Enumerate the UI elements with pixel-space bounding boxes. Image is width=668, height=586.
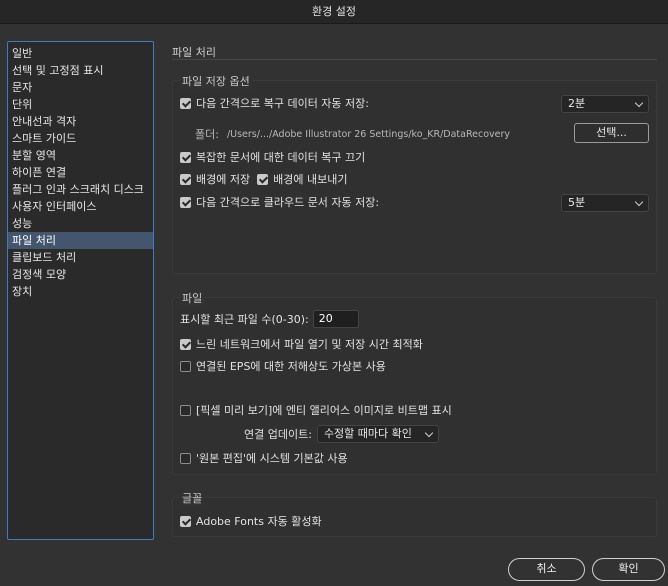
disable-complex-row: 복잡한 문서에 대한 데이터 복구 끄기 bbox=[180, 149, 365, 165]
recent-files-label: 표시할 최근 파일 수(0-30): bbox=[180, 313, 309, 326]
folder-label: 폴더: bbox=[195, 128, 219, 141]
sidebar-item-selection-anchor[interactable]: 선택 및 고정점 표시 bbox=[8, 62, 153, 79]
adobe-fonts-row: Adobe Fonts 자동 활성화 bbox=[180, 513, 322, 529]
update-links-label: 연결 업데이트: bbox=[244, 428, 312, 441]
window-title: 환경 설정 bbox=[0, 0, 668, 24]
adobe-fonts-label: Adobe Fonts 자동 활성화 bbox=[196, 515, 322, 528]
sidebar-item-units[interactable]: 단위 bbox=[8, 96, 153, 113]
optimize-network-label: 느린 네트워크에서 파일 열기 및 저장 시간 최적화 bbox=[196, 338, 423, 351]
sidebar-item-devices[interactable]: 장치 bbox=[8, 283, 153, 300]
sidebar-item-smart-guides[interactable]: 스마트 가이드 bbox=[8, 130, 153, 147]
update-links-value: 수정할 때마다 확인 bbox=[323, 427, 412, 440]
export-background-label: 배경에 내보내기 bbox=[273, 173, 348, 186]
sidebar-item-hyphenation[interactable]: 하이픈 연결 bbox=[8, 164, 153, 181]
system-defaults-label: '원본 편집'에 시스템 기본값 사용 bbox=[196, 452, 348, 465]
pixel-preview-row: [픽셀 미리 보기]에 엔티 앨리어스 이미지로 비트맵 표시 bbox=[180, 402, 452, 418]
folder-row: 폴더: /Users/.../Adobe Illustrator 26 Sett… bbox=[195, 126, 510, 142]
pixel-preview-checkbox[interactable] bbox=[180, 404, 191, 416]
title-divider bbox=[172, 59, 657, 60]
sidebar-item-black-appearance[interactable]: 검정색 모양 bbox=[8, 266, 153, 283]
system-defaults-row: '원본 편집'에 시스템 기본값 사용 bbox=[180, 450, 348, 466]
cloud-interval-value: 5분 bbox=[568, 196, 586, 209]
cloud-autosave-row: 다음 간격으로 클라우드 문서 자동 저장: bbox=[180, 194, 379, 210]
auto-recovery-checkbox[interactable] bbox=[180, 97, 191, 109]
low-res-eps-checkbox[interactable] bbox=[180, 360, 191, 372]
chevron-down-icon bbox=[634, 197, 644, 207]
save-background-label: 배경에 저장 bbox=[196, 173, 251, 186]
low-res-eps-label: 연결된 EPS에 대한 저해상도 가상본 사용 bbox=[196, 360, 386, 373]
sidebar-item-performance[interactable]: 성능 bbox=[8, 215, 153, 232]
recovery-interval-value: 2분 bbox=[568, 97, 586, 110]
background-row: 배경에 저장 배경에 내보내기 bbox=[180, 171, 347, 187]
auto-recovery-label: 다음 간격으로 복구 데이터 자동 저장: bbox=[196, 97, 369, 110]
sidebar-item-plugins-scratch[interactable]: 플러그 인과 스크래치 디스크 bbox=[8, 181, 153, 198]
sidebar-item-user-interface[interactable]: 사용자 인터페이스 bbox=[8, 198, 153, 215]
chevron-down-icon bbox=[634, 98, 644, 108]
cloud-autosave-label: 다음 간격으로 클라우드 문서 자동 저장: bbox=[196, 196, 380, 209]
adobe-fonts-checkbox[interactable] bbox=[180, 515, 191, 527]
update-links-select[interactable]: 수정할 때마다 확인 bbox=[316, 425, 439, 443]
recovery-interval-select[interactable]: 2분 bbox=[561, 95, 649, 113]
export-background-checkbox[interactable] bbox=[257, 173, 269, 185]
sidebar-item-file-handling[interactable]: 파일 처리 bbox=[8, 232, 153, 249]
folder-path: /Users/.../Adobe Illustrator 26 Settings… bbox=[226, 128, 511, 140]
disable-complex-checkbox[interactable] bbox=[180, 151, 191, 163]
disable-complex-label: 복잡한 문서에 대한 데이터 복구 끄기 bbox=[196, 151, 366, 164]
optimize-network-checkbox[interactable] bbox=[180, 338, 191, 350]
files-group-label: 파일 bbox=[179, 290, 206, 306]
page-title: 파일 처리 bbox=[172, 46, 216, 59]
file-save-options-label: 파일 저장 옵션 bbox=[179, 73, 253, 89]
fonts-group-label: 글꼴 bbox=[179, 490, 206, 506]
recent-files-input[interactable]: 20 bbox=[312, 310, 359, 328]
cloud-autosave-checkbox[interactable] bbox=[180, 196, 191, 208]
low-res-eps-row: 연결된 EPS에 대한 저해상도 가상본 사용 bbox=[180, 358, 386, 374]
update-links-row: 연결 업데이트: 수정할 때마다 확인 bbox=[244, 425, 439, 443]
recent-files-row: 표시할 최근 파일 수(0-30): 20 bbox=[180, 310, 359, 328]
sidebar-item-guides-grid[interactable]: 안내선과 격자 bbox=[8, 113, 153, 130]
system-defaults-checkbox[interactable] bbox=[180, 452, 191, 464]
sidebar: 일반 선택 및 고정점 표시 문자 단위 안내선과 격자 스마트 가이드 분할 … bbox=[7, 41, 154, 540]
chevron-down-icon bbox=[424, 428, 434, 438]
sidebar-item-general[interactable]: 일반 bbox=[8, 45, 153, 62]
sidebar-item-slices[interactable]: 분할 영역 bbox=[8, 147, 153, 164]
cancel-button[interactable]: 취소 bbox=[508, 558, 585, 581]
auto-recovery-row: 다음 간격으로 복구 데이터 자동 저장: bbox=[180, 95, 369, 111]
sidebar-item-clipboard[interactable]: 클립보드 처리 bbox=[8, 249, 153, 266]
save-background-checkbox[interactable] bbox=[180, 173, 191, 185]
choose-folder-button[interactable]: 선택... bbox=[574, 123, 649, 143]
cloud-interval-select[interactable]: 5분 bbox=[561, 194, 649, 212]
optimize-network-row: 느린 네트워크에서 파일 열기 및 저장 시간 최적화 bbox=[180, 336, 423, 352]
ok-button[interactable]: 확인 bbox=[592, 558, 665, 581]
pixel-preview-label: [픽셀 미리 보기]에 엔티 앨리어스 이미지로 비트맵 표시 bbox=[196, 404, 452, 417]
sidebar-item-type[interactable]: 문자 bbox=[8, 79, 153, 96]
